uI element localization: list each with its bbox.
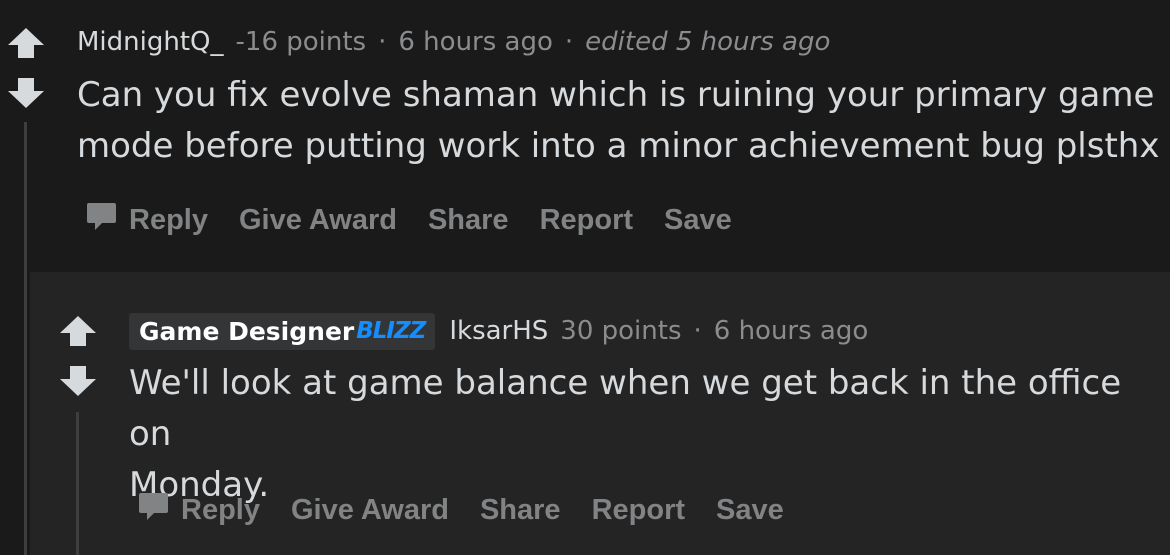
comment-midnightq: MidnightQ_ -16 points · 6 hours ago · ed… (0, 0, 1170, 555)
comment-meta: MidnightQ_ -16 points · 6 hours ago · ed… (77, 22, 830, 62)
reply-label: Reply (129, 203, 208, 236)
user-flair: Game Designer BLIZZ (129, 312, 436, 350)
report-button[interactable]: Report (540, 204, 633, 237)
thread-line[interactable] (76, 412, 79, 555)
downvote-icon[interactable] (58, 364, 98, 398)
blizzard-logo-icon: BLIZZ (356, 318, 426, 344)
give-award-button[interactable]: Give Award (239, 204, 397, 237)
save-button[interactable]: Save (664, 204, 732, 237)
comment-iksarhs: Game Designer BLIZZ IksarHS 30 points · … (30, 272, 1170, 555)
upvote-icon[interactable] (58, 314, 98, 348)
report-button[interactable]: Report (592, 494, 685, 527)
separator: · (693, 316, 702, 346)
save-button[interactable]: Save (716, 494, 784, 527)
reply-button[interactable]: Reply (138, 491, 260, 530)
downvote-icon[interactable] (6, 76, 46, 110)
share-button[interactable]: Share (480, 494, 561, 527)
share-button[interactable]: Share (428, 204, 509, 237)
edited-timestamp: edited 5 hours ago (585, 27, 831, 57)
score: -16 points (235, 27, 367, 57)
score: 30 points (560, 316, 682, 346)
give-award-button[interactable]: Give Award (291, 494, 449, 527)
comment-body: Can you fix evolve shaman which is ruini… (77, 70, 1159, 172)
comment-actions: Reply Give Award Share Report Save (86, 200, 763, 240)
comment-reply-icon (138, 491, 169, 530)
thread-line[interactable] (24, 122, 27, 555)
body-line: We'll look at game balance when we get b… (129, 363, 1122, 454)
comment-meta: Game Designer BLIZZ IksarHS 30 points · … (129, 310, 868, 352)
body-line: Can you fix evolve shaman which is ruini… (77, 75, 1155, 115)
body-line: mode before putting work into a minor ac… (77, 126, 1160, 166)
comment-body: We'll look at game balance when we get b… (129, 358, 1170, 511)
author-name[interactable]: IksarHS (449, 316, 548, 346)
comment-actions: Reply Give Award Share Report Save (138, 490, 815, 530)
reply-button[interactable]: Reply (86, 201, 208, 240)
reply-label: Reply (181, 493, 260, 526)
upvote-icon[interactable] (6, 26, 46, 60)
flair-text: Game Designer (139, 316, 355, 346)
separator: · (378, 27, 387, 57)
timestamp[interactable]: 6 hours ago (714, 316, 869, 346)
author-name[interactable]: MidnightQ_ (77, 27, 224, 57)
separator: · (564, 27, 574, 57)
comment-reply-icon (86, 201, 117, 240)
timestamp[interactable]: 6 hours ago (398, 27, 553, 57)
